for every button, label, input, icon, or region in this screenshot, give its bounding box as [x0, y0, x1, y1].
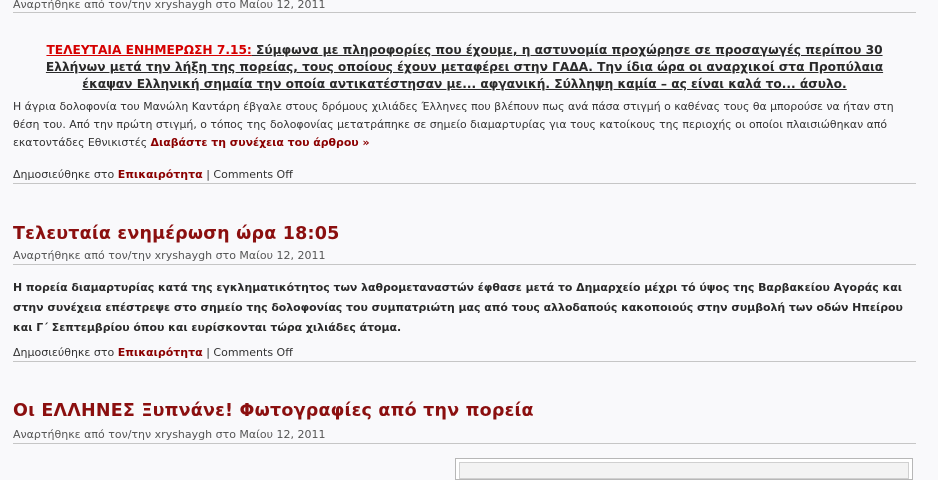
- divider: [13, 361, 916, 362]
- post-footer: Δημοσιεύθηκε στο Επικαιρότητα | Comments…: [13, 168, 293, 182]
- post-meta: Αναρτήθηκε από τον/την xryshaygh στο Μαί…: [13, 0, 326, 11]
- update-text-line3: έκαψαν Ελληνική σημαία την οποία αντικατ…: [82, 77, 847, 91]
- published-in-label: Δημοσιεύθηκε στο: [13, 346, 118, 359]
- update-label: ΤΕΛΕΥΤΑΙΑ ΕΝΗΜΕΡΩΣΗ 7.15:: [46, 43, 252, 57]
- divider: [13, 12, 916, 13]
- footer-separator: |: [202, 168, 214, 181]
- update-headline: ΤΕΛΕΥΤΑΙΑ ΕΝΗΜΕΡΩΣΗ 7.15: Σύμφωνα με πλη…: [13, 42, 916, 93]
- post-meta: Αναρτήθηκε από τον/την xryshaygh στο Μαί…: [13, 249, 326, 262]
- comments-status: Comments Off: [213, 168, 293, 181]
- divider: [13, 264, 916, 265]
- category-link[interactable]: Επικαιρότητα: [118, 168, 203, 181]
- published-in-label: Δημοσιεύθηκε στο: [13, 168, 118, 181]
- update-text-line1: Σύμφωνα με πληροφορίες που έχουμε, η αστ…: [251, 43, 883, 57]
- post-footer: Δημοσιεύθηκε στο Επικαιρότητα | Comments…: [13, 346, 293, 360]
- post-meta: Αναρτήθηκε από τον/την xryshaygh στο Μαί…: [13, 428, 326, 441]
- image-placeholder: [459, 462, 909, 479]
- category-link[interactable]: Επικαιρότητα: [118, 346, 203, 359]
- footer-separator: |: [202, 346, 214, 359]
- read-more-link[interactable]: Διαβάστε τη συνέχεια του άρθρου »: [151, 136, 370, 149]
- divider: [13, 443, 916, 444]
- update-text-line2: Ελλήνων μετά την λήξη της πορείας, τους …: [45, 60, 884, 74]
- post-title[interactable]: Οι ΕΛΛΗΝΕΣ Ξυπνάνε! Φωτογραφίες από την …: [13, 401, 534, 421]
- comments-status: Comments Off: [213, 346, 293, 359]
- post-image[interactable]: [455, 458, 913, 480]
- post-title[interactable]: Τελευταία ενημέρωση ώρα 18:05: [13, 224, 339, 244]
- post-excerpt: Η άγρια δολοφονία του Μανώλη Καντάρη έβγ…: [13, 98, 916, 152]
- divider: [13, 183, 916, 184]
- excerpt-text: Η άγρια δολοφονία του Μανώλη Καντάρη έβγ…: [13, 100, 894, 149]
- post-body: Η πορεία διαμαρτυρίας κατά της εγκληματι…: [13, 281, 903, 334]
